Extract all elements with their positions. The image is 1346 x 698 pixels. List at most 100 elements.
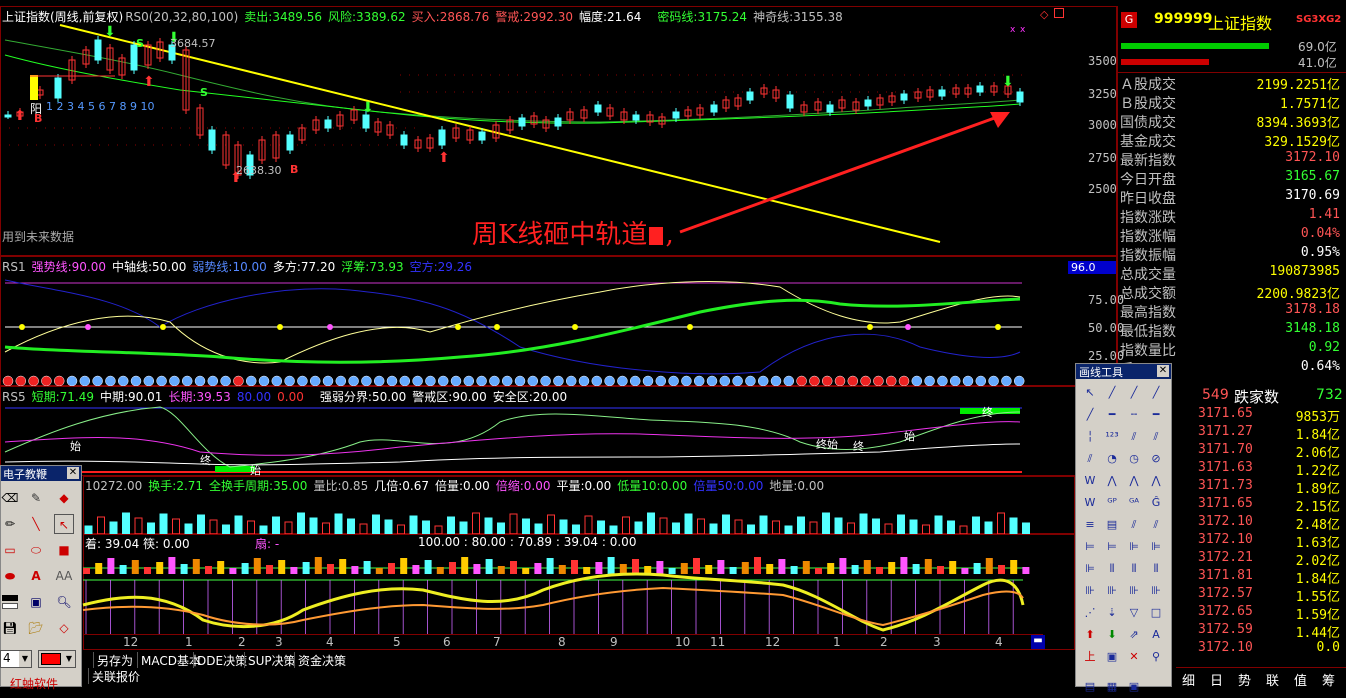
drawing-tool-icon[interactable]: ⋀ (1123, 470, 1145, 492)
paint-bucket-icon[interactable]: ◆ (54, 488, 74, 508)
bottom-bar (83, 568, 90, 574)
text-tool-icon[interactable]: A (26, 566, 46, 586)
drawing-tool-icon[interactable]: ⋰ (1079, 602, 1101, 624)
drawing-tool-icon[interactable]: ▦ (1101, 676, 1123, 698)
bottom-bar (888, 562, 896, 574)
arrow-tool-icon[interactable]: ↖ (54, 514, 74, 534)
color-swatch-icon[interactable] (0, 592, 20, 612)
drawing-tool-icon[interactable]: ╱ (1123, 382, 1145, 404)
drawing-tool-icon[interactable]: ━ (1145, 404, 1167, 426)
drawing-tool-icon[interactable]: ▤ (1079, 676, 1101, 698)
tab-related-quotes[interactable]: 关联报价 (88, 668, 143, 684)
drawing-tool-icon[interactable]: □ (1145, 602, 1167, 624)
turnover-bar (122, 512, 130, 535)
drawing-tool-icon[interactable]: ━ (1101, 404, 1123, 426)
toolbox-titlebar[interactable]: 电子教鞭 ✕ (1, 466, 81, 481)
drawing-tool-icon[interactable]: W (1079, 492, 1101, 514)
ellipse-icon[interactable]: ⬭ (26, 540, 46, 560)
drawing-tool-icon[interactable]: ▤ (1101, 514, 1123, 536)
drawing-tool-icon[interactable]: ⫴ (1101, 558, 1123, 580)
tab-save-as[interactable]: 另存为 (93, 652, 136, 668)
drawing-tool-icon[interactable]: ⊪ (1101, 580, 1123, 602)
diamond-shape-icon[interactable]: ◇ (54, 618, 74, 638)
drawing-tool-icon[interactable]: ╱ (1145, 382, 1167, 404)
drawing-tool-icon[interactable]: ▽ (1123, 602, 1145, 624)
drawing-tool-icon[interactable]: ⊫ (1145, 536, 1167, 558)
drawing-tool-icon[interactable]: ⊫ (1123, 536, 1145, 558)
tab-sup[interactable]: SUP决策 (244, 652, 299, 668)
drawing-tool-icon[interactable]: ⫽ (1145, 514, 1167, 536)
right-bottom-tabs: 细 日 势 联 值 筹 (1176, 667, 1346, 689)
screen-capture-icon[interactable]: ▣ (26, 592, 46, 612)
tab-day[interactable]: 日 (1210, 670, 1223, 689)
drawing-tool-icon[interactable]: Ĝ (1145, 492, 1167, 514)
drawing-tool-icon[interactable]: ⊨ (1079, 536, 1101, 558)
pen-color-select[interactable]: ▼ (38, 650, 76, 668)
drawing-tool-icon[interactable]: ⋀ (1101, 470, 1123, 492)
rectangle-icon[interactable]: ▭ (0, 540, 20, 560)
eraser-icon[interactable]: ⌫ (0, 488, 20, 508)
close-icon[interactable]: ✕ (1157, 365, 1169, 377)
drawing-tool-icon[interactable]: ⊪ (1079, 580, 1101, 602)
drawing-tool-icon[interactable]: ᴳᴾ (1101, 492, 1123, 514)
drawing-tool-icon[interactable]: W (1079, 470, 1101, 492)
drawing-tool-icon[interactable]: ╱ (1101, 382, 1123, 404)
close-icon[interactable]: ✕ (67, 467, 79, 479)
font-size-icon[interactable]: AA (54, 566, 74, 586)
tab-chips[interactable]: 筹 (1322, 670, 1335, 689)
drawing-tool-icon[interactable]: ⇣ (1101, 602, 1123, 624)
square-icon[interactable] (1054, 8, 1064, 18)
drawing-tool-icon[interactable]: ✕ (1123, 646, 1145, 668)
bottom-bar (998, 565, 1005, 574)
drawing-tool-icon[interactable]: ⊫ (1079, 558, 1101, 580)
tab-link[interactable]: 联 (1266, 670, 1279, 689)
drawing-tool-icon[interactable]: ⇗ (1123, 624, 1145, 646)
filled-rectangle-icon[interactable]: ■ (54, 540, 74, 560)
drawing-tool-icon[interactable]: ⊘ (1145, 448, 1167, 470)
drawing-tool-icon[interactable]: ╱ (1079, 404, 1101, 426)
drawing-tool-icon[interactable]: ◷ (1123, 448, 1145, 470)
drawing-tool-icon[interactable]: ᴳᴬ (1123, 492, 1145, 514)
drawing-tool-icon[interactable]: ⊪ (1123, 580, 1145, 602)
save-icon[interactable]: 💾︎ (0, 618, 20, 638)
drawing-tool-icon[interactable]: ⫽ (1079, 448, 1101, 470)
drawing-tool-icon[interactable]: 上 (1079, 646, 1101, 668)
pencil-icon[interactable]: ✏ (0, 514, 20, 534)
rsi-ball (194, 375, 206, 387)
eyedropper-icon[interactable]: ✎ (26, 488, 46, 508)
turnover-bar (534, 523, 543, 535)
drawing-tool-icon[interactable]: ▣ (1123, 676, 1145, 698)
pen-size-select[interactable]: 4 ▼ (0, 650, 32, 668)
tab-detail[interactable]: 细 (1182, 670, 1195, 689)
drawing-tool-icon[interactable]: A (1145, 624, 1167, 646)
tab-fund[interactable]: 资金决策 (294, 652, 349, 668)
magnifier-icon[interactable]: 🔍︎ (54, 592, 74, 612)
drawing-tool-icon[interactable]: ╌ (1123, 404, 1145, 426)
drawing-tool-icon[interactable]: ╎ (1079, 426, 1101, 448)
drawing-tools-titlebar[interactable]: 画线工具 ✕ (1076, 364, 1171, 379)
line-icon[interactable]: ╲ (26, 514, 46, 534)
drawing-tool-icon[interactable]: ⚲ (1145, 646, 1167, 668)
drawing-tool-icon[interactable]: ⫽ (1123, 426, 1145, 448)
drawing-tool-icon[interactable]: ¹²³ (1101, 426, 1123, 448)
drawing-tool-icon[interactable]: ≡ (1079, 514, 1101, 536)
drawing-tool-icon[interactable]: ⫽ (1145, 426, 1167, 448)
tab-dde[interactable]: DDE决策 (193, 652, 250, 668)
drawing-tool-icon[interactable]: ◔ (1101, 448, 1123, 470)
open-folder-icon[interactable]: 📂︎ (26, 618, 46, 638)
drawing-tool-icon[interactable]: ⫽ (1123, 514, 1145, 536)
drawing-tool-icon[interactable]: ⫴ (1145, 558, 1167, 580)
drawing-tool-icon[interactable]: ⋀ (1145, 470, 1167, 492)
drawing-tool-icon[interactable]: ↖ (1079, 382, 1101, 404)
drawing-tool-icon[interactable]: ⊨ (1101, 536, 1123, 558)
index-code: 999999 (1154, 11, 1213, 27)
drawing-tool-icon[interactable]: ⬆ (1079, 624, 1101, 646)
drawing-tool-icon[interactable]: ⊪ (1145, 580, 1167, 602)
tab-value[interactable]: 值 (1294, 670, 1307, 689)
drawing-tool-icon[interactable]: ⫴ (1123, 558, 1145, 580)
drawing-tool-icon[interactable]: ⬇ (1101, 624, 1123, 646)
filled-ellipse-icon[interactable]: ⬬ (0, 566, 20, 586)
tab-trend[interactable]: 势 (1238, 670, 1251, 689)
drawing-tool-icon[interactable]: ▣ (1101, 646, 1123, 668)
times-value: 0.00 (463, 479, 490, 493)
